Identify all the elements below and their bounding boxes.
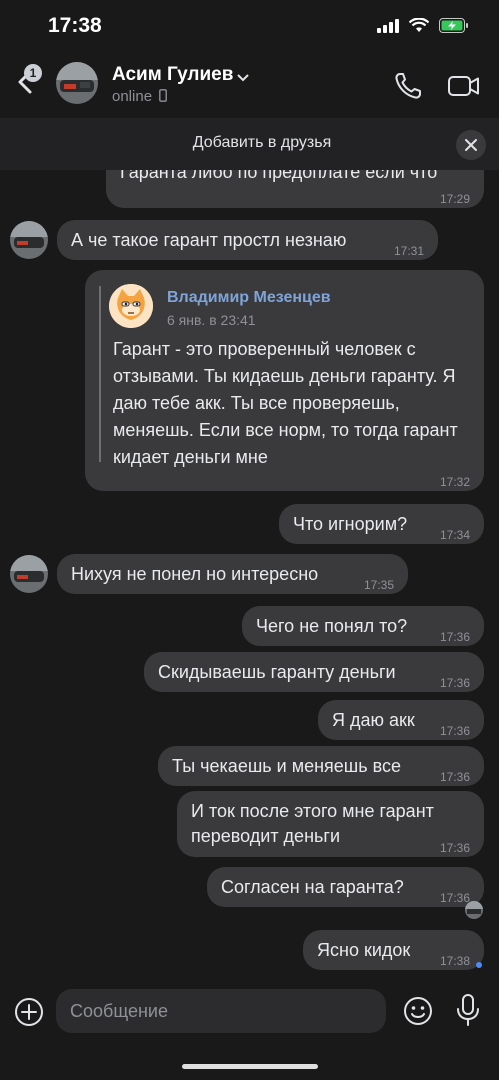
quote-date: 6 янв. в 23:41: [167, 312, 256, 328]
message-outgoing[interactable]: И ток после этого мне гарант переводит д…: [177, 791, 484, 857]
contact-name[interactable]: Асим Гулиев: [112, 64, 233, 86]
message-text: Чего не понял то?: [256, 616, 408, 636]
home-indicator: [182, 1064, 318, 1069]
message-text: Гаранта либо по предоплате если что: [120, 170, 438, 182]
message-outgoing[interactable]: Согласен на гаранта? 17:36: [207, 867, 484, 907]
message-outgoing[interactable]: Чего не понял то? 17:36: [242, 606, 484, 646]
attach-button[interactable]: [14, 997, 44, 1027]
quote-bar: [99, 286, 101, 462]
quote-author[interactable]: Владимир Мезенцев: [167, 286, 331, 310]
message-outgoing[interactable]: Ясно кидок 17:38: [303, 930, 484, 970]
message-time: 17:29: [439, 192, 470, 206]
message-text: Нихуя не понел но интересно: [71, 564, 319, 584]
message-time: 17:32: [439, 475, 470, 489]
message-text: Я даю акк: [332, 710, 415, 730]
quote-text: Гарант - это проверенный человек с отзыв…: [113, 339, 458, 467]
smile-icon: [404, 997, 432, 1025]
signal-icon: [377, 18, 399, 33]
message-time: 17:34: [439, 528, 470, 542]
message-input[interactable]: [56, 989, 386, 1033]
avatar[interactable]: [10, 221, 48, 259]
message-text: Ясно кидок: [317, 940, 411, 960]
message-outgoing[interactable]: Что игнорим? 17:34: [279, 504, 484, 544]
message-text: Согласен на гаранта?: [221, 877, 404, 897]
message-time: 17:36: [439, 676, 470, 690]
call-button[interactable]: [392, 70, 424, 102]
plus-icon: [15, 998, 43, 1026]
wifi-icon: [409, 18, 429, 32]
contact-status: online: [112, 88, 168, 105]
message-time: 17:31: [393, 244, 424, 258]
message-outgoing[interactable]: Я даю акк 17:36: [318, 700, 484, 740]
battery-charging-icon: [439, 18, 468, 33]
status-icons: [377, 18, 469, 33]
message-text-line2: переводит деньги: [191, 826, 341, 846]
message-outgoing[interactable]: Ты чекаешь и меняешь все 17:36: [158, 746, 484, 786]
message-incoming[interactable]: Нихуя не понел но интересно 17:35: [57, 554, 408, 594]
voice-message-button[interactable]: [454, 993, 482, 1027]
message-outgoing[interactable]: Гаранта либо по предоплате если что 17:2…: [106, 170, 484, 208]
emoji-button[interactable]: [402, 995, 434, 1027]
mobile-icon: [159, 89, 168, 102]
video-icon: [448, 76, 479, 96]
add-friend-button[interactable]: Добавить в друзья: [0, 134, 499, 152]
quote-avatar[interactable]: [109, 284, 153, 328]
close-icon: [465, 139, 477, 151]
phone-icon: [395, 73, 421, 99]
video-call-button[interactable]: [446, 70, 482, 102]
message-time: 17:36: [439, 770, 470, 784]
message-time: 17:36: [439, 630, 470, 644]
cat-avatar-icon: [109, 284, 153, 328]
avatar[interactable]: [10, 555, 48, 593]
message-time: 17:35: [363, 578, 394, 592]
message-time: 17:36: [439, 724, 470, 738]
message-text: Скидываешь гаранту деньги: [158, 662, 396, 682]
message-time: 17:38: [439, 954, 470, 968]
unread-badge: 1: [24, 64, 42, 82]
message-outgoing-quote[interactable]: Владимир Мезенцев 6 янв. в 23:41 Гарант …: [85, 270, 484, 491]
message-outgoing[interactable]: Скидываешь гаранту деньги 17:36: [144, 652, 484, 692]
message-incoming[interactable]: А че такое гарант простл незнаю 17:31: [57, 220, 438, 260]
read-receipt-avatar: [465, 901, 483, 919]
message-text-line1: И ток после этого мне гарант: [191, 801, 434, 821]
message-text: Что игнорим?: [293, 514, 408, 534]
close-banner-button[interactable]: [456, 130, 486, 160]
message-list[interactable]: Гаранта либо по предоплате если что 17:2…: [0, 170, 499, 980]
status-time: 17:38: [48, 14, 102, 37]
contact-photo: [56, 62, 98, 104]
avatar[interactable]: [56, 62, 98, 104]
message-time: 17:36: [439, 841, 470, 855]
chevron-down-icon[interactable]: [237, 70, 249, 88]
mic-icon: [457, 994, 479, 1026]
message-text: Ты чекаешь и меняешь все: [172, 756, 401, 776]
unread-dot: [476, 962, 482, 968]
status-text: online: [112, 88, 153, 105]
message-text: А че такое гарант простл незнаю: [71, 230, 347, 250]
